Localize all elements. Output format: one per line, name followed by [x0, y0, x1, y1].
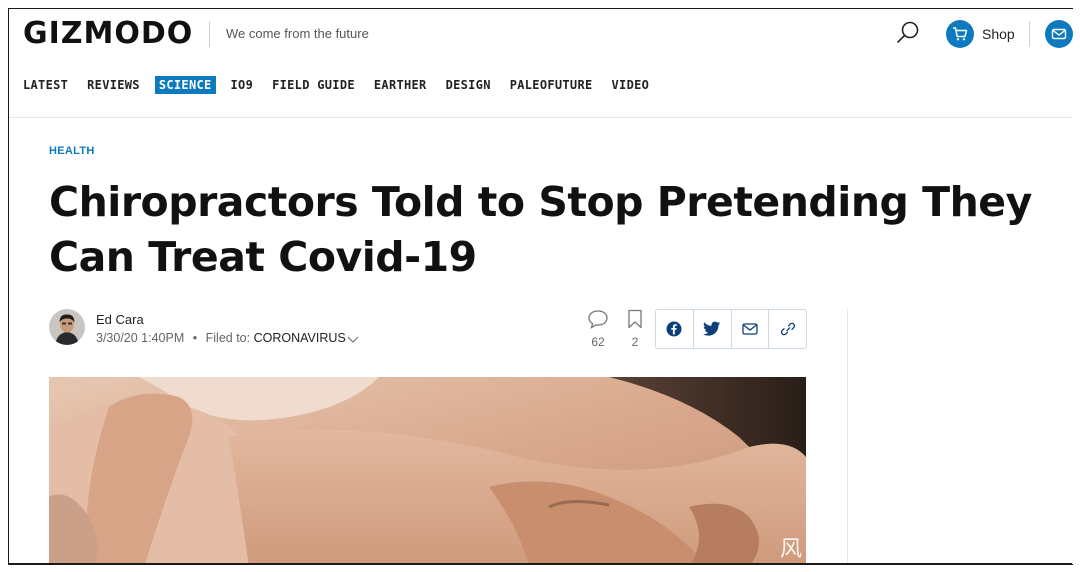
bookmarks-count: 2	[631, 335, 639, 349]
envelope-icon	[1051, 28, 1067, 40]
link-icon	[780, 322, 795, 336]
shop-label: Shop	[982, 26, 1015, 42]
share-toolbar	[655, 309, 807, 349]
nav-divider	[9, 117, 1073, 118]
bookmark-button[interactable]: 2	[623, 309, 647, 349]
nav-item-earther[interactable]: EARTHER	[374, 78, 427, 92]
header-divider	[209, 21, 210, 47]
cart-icon	[953, 27, 968, 41]
meta-separator: •	[192, 331, 198, 345]
article-category[interactable]: HEALTH	[49, 145, 95, 157]
site-tagline: We come from the future	[226, 26, 369, 41]
author-photo	[49, 309, 85, 345]
author-name[interactable]: Ed Cara	[96, 312, 144, 327]
share-email-button[interactable]	[732, 310, 770, 348]
nav-item-io9[interactable]: IO9	[231, 78, 254, 92]
search-button[interactable]	[895, 20, 921, 46]
sidebar-divider	[847, 309, 848, 564]
email-icon	[742, 323, 758, 335]
nav-item-field-guide[interactable]: FIELD GUIDE	[272, 78, 355, 92]
image-watermark: 风	[779, 537, 802, 562]
nav-item-design[interactable]: DESIGN	[446, 78, 491, 92]
comments-button[interactable]: 62	[586, 309, 610, 349]
browser-page: GIZMODO We come from the future Shop LAT…	[8, 8, 1073, 565]
comment-icon	[588, 310, 608, 329]
nav-item-paleofuture[interactable]: PALEOFUTURE	[510, 78, 593, 92]
author-avatar[interactable]	[49, 309, 85, 345]
filed-label: Filed to:	[205, 331, 251, 345]
shop-button[interactable]: Shop	[946, 20, 1015, 48]
article-meta: 3/30/20 1:40PM • Filed to: CORONAVIRUS	[96, 331, 359, 345]
main-nav: LATEST REVIEWS SCIENCE IO9 FIELD GUIDE EARTHE…	[23, 75, 668, 95]
share-facebook-button[interactable]	[656, 310, 694, 348]
search-icon	[897, 21, 919, 43]
nav-item-video[interactable]: VIDEO	[612, 78, 650, 92]
comments-count: 62	[591, 335, 605, 349]
nav-item-latest[interactable]: LATEST	[23, 78, 68, 92]
article-hero-image[interactable]: 风	[49, 377, 806, 564]
nav-item-reviews[interactable]: REVIEWS	[87, 78, 140, 92]
article-headline: Chiropractors Told to Stop Pretending Th…	[49, 178, 1032, 281]
filed-tag[interactable]: CORONAVIRUS	[254, 331, 346, 345]
shop-badge	[946, 20, 974, 48]
publish-time[interactable]: 3/30/20 1:40PM	[96, 331, 184, 345]
header-divider-right	[1029, 21, 1030, 47]
site-header: GIZMODO We come from the future Shop	[9, 9, 1073, 59]
chevron-down-icon[interactable]	[347, 334, 359, 344]
bookmark-icon	[628, 309, 642, 329]
facebook-icon	[666, 321, 682, 337]
copy-link-button[interactable]	[769, 310, 806, 348]
share-twitter-button[interactable]	[694, 310, 732, 348]
window-bottom-border	[8, 563, 1072, 564]
newsletter-button[interactable]	[1045, 20, 1073, 48]
twitter-icon	[703, 321, 721, 336]
massage-photo	[49, 377, 806, 564]
gizmodo-logo[interactable]: GIZMODO	[23, 16, 193, 51]
nav-item-science[interactable]: SCIENCE	[154, 76, 216, 94]
